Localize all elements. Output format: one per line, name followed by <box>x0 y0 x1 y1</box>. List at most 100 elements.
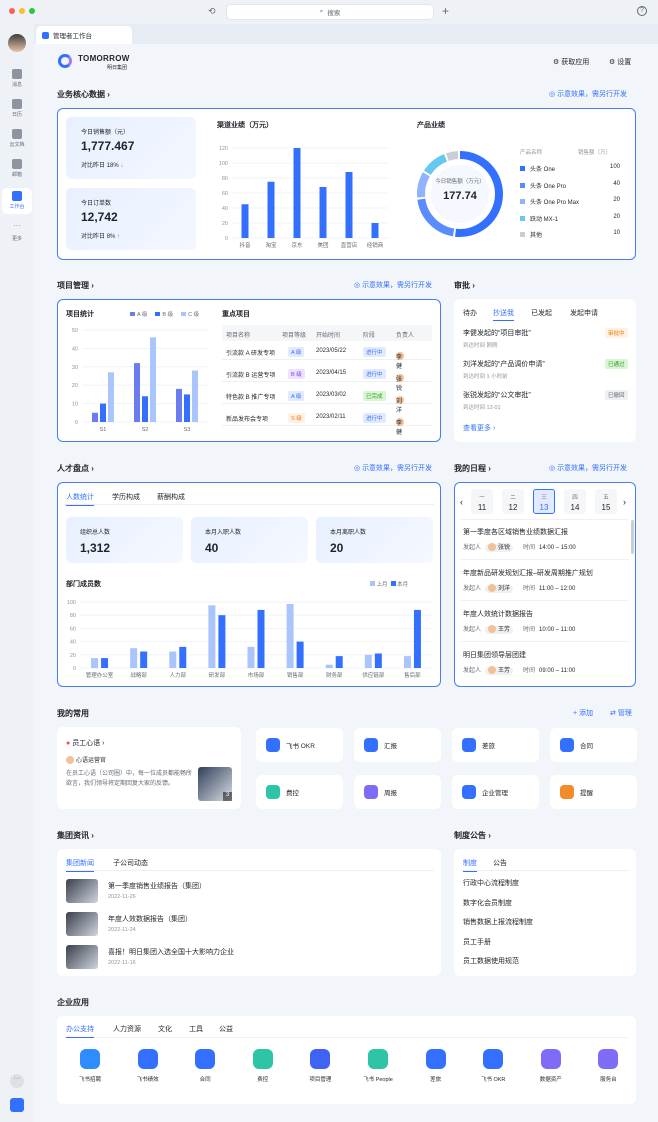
enterprise-app[interactable]: 费控 <box>241 1049 285 1083</box>
notice-tab-announcements[interactable]: 公告 <box>493 858 507 868</box>
table-row[interactable]: 新品发布会专项 S 级 2023/02/11 进行中 李健 <box>222 409 432 436</box>
search-input[interactable]: ⌕ 搜索 <box>226 4 434 20</box>
day-cell[interactable]: 三 13 <box>533 489 555 514</box>
notice-item[interactable]: 员工手册 <box>463 937 491 947</box>
bar <box>91 658 99 668</box>
event-title[interactable]: 明日集团领导层团建 <box>463 650 526 660</box>
minimize-window-button[interactable] <box>19 8 25 14</box>
enterprise-app[interactable]: 数据资产 <box>529 1049 573 1083</box>
prev-week-icon[interactable]: ‹ <box>460 497 463 507</box>
news-thumbnail[interactable] <box>66 879 98 903</box>
schedule-scrollbar[interactable] <box>631 520 634 554</box>
dashboard-app-icon[interactable] <box>10 1098 24 1112</box>
event-meta: 发起人 张锐 时间 14:00 – 15:00 <box>463 542 628 552</box>
divider <box>64 504 434 505</box>
app-tab[interactable]: 办公支持 <box>66 1024 94 1038</box>
approval-tab-apply[interactable]: 发起申请 <box>570 308 598 318</box>
event-title[interactable]: 年度人效统计数据报告 <box>463 609 533 619</box>
enterprise-app[interactable]: 飞书招聘 <box>68 1049 112 1083</box>
news-title[interactable]: 年度人效数据报告（集团） <box>108 914 192 924</box>
approval-tab-todo[interactable]: 待办 <box>463 308 477 318</box>
rail-item-workplace[interactable]: 工作台 <box>2 188 32 214</box>
app-icon <box>266 785 280 799</box>
rail-item-docs[interactable]: 云文档 <box>2 126 32 152</box>
common-app-5[interactable]: 周报 <box>354 775 441 809</box>
close-window-button[interactable] <box>9 8 15 14</box>
avatar[interactable] <box>8 34 26 52</box>
common-app-0[interactable]: 飞书 OKR <box>256 728 343 762</box>
common-app-7[interactable]: 提醒 <box>550 775 637 809</box>
maximize-window-button[interactable] <box>29 8 35 14</box>
tab-workplace[interactable]: 管理者工作台 <box>36 26 132 44</box>
table-row[interactable]: 引流款 A 研发专项 A 级 2023/05/22 进行中 李健 <box>222 343 432 370</box>
rail-item-more[interactable]: ··· 更多 <box>2 220 32 246</box>
more-apps-icon[interactable]: ··· <box>10 1074 24 1088</box>
day-cell[interactable]: 二 12 <box>502 489 524 514</box>
add-common-button[interactable]: + 添加 <box>573 708 593 718</box>
news-title[interactable]: 喜报！明日集团入选全国十大影响力企业 <box>108 947 234 957</box>
new-tab-icon[interactable]: + <box>442 4 449 18</box>
app-tab[interactable]: 文化 <box>158 1024 172 1034</box>
approval-tab-cc[interactable]: 抄送我 <box>493 308 514 321</box>
bar <box>325 664 333 668</box>
event-title[interactable]: 第一季度各区域销售业绩数据汇报 <box>463 527 568 537</box>
notice-item[interactable]: 行政中心流程制度 <box>463 878 519 888</box>
common-app-6[interactable]: 企业管理 <box>452 775 539 809</box>
news-thumbnail[interactable] <box>66 945 98 969</box>
event-owner-label: 发起人 <box>463 586 482 592</box>
notice-item[interactable]: 员工数据使用规范 <box>463 956 519 966</box>
enterprise-app[interactable]: 飞书 People <box>356 1049 400 1083</box>
schedule-section-title[interactable]: 我的日程 › <box>454 463 491 474</box>
enterprise-app[interactable]: 合同 <box>183 1049 227 1083</box>
settings-button[interactable]: ⚙ 设置 <box>609 57 631 67</box>
enterprise-app[interactable]: 飞书绩效 <box>126 1049 170 1083</box>
project-stage-badge: 已完成 <box>363 391 386 401</box>
approval-title[interactable]: 张锐发起的“公文审批” <box>463 390 531 400</box>
day-cell[interactable]: 一 11 <box>471 489 493 514</box>
approval-more-link[interactable]: 查看更多 › <box>463 423 495 433</box>
approval-section-title[interactable]: 审批 › <box>454 280 475 291</box>
enterprise-app[interactable]: 飞书 OKR <box>471 1049 515 1083</box>
app-tab[interactable]: 公益 <box>219 1024 233 1034</box>
enterprise-app[interactable]: 服务台 <box>586 1049 630 1083</box>
day-cell[interactable]: 四 14 <box>564 489 586 514</box>
app-tab[interactable]: 工具 <box>189 1024 203 1034</box>
news-tab-subsidiary[interactable]: 子公司动态 <box>113 858 148 868</box>
enterprise-app[interactable]: 项目管理 <box>298 1049 342 1083</box>
table-row[interactable]: 特色款 B 推广专项 A 级 2023/03/02 已完成 刘洋 <box>222 387 432 414</box>
employee-voice-title[interactable]: ● 员工心语 › <box>66 738 104 748</box>
event-title[interactable]: 年度新品研发规划汇报–研发周期推广规划 <box>463 568 593 578</box>
approval-title[interactable]: 李健发起的“项目审批” <box>463 328 531 338</box>
table-row[interactable]: 引流款 B 运营专项 B 级 2023/04/15 进行中 张锐 <box>222 365 432 392</box>
common-app-2[interactable]: 差旅 <box>452 728 539 762</box>
app-tab[interactable]: 人力资源 <box>113 1024 141 1034</box>
common-app-3[interactable]: 合同 <box>550 728 637 762</box>
news-title[interactable]: 第一季度销售业绩报告（集团） <box>108 881 206 891</box>
stat-compare: 8% <box>106 234 116 240</box>
news-thumbnail[interactable] <box>66 912 98 936</box>
bar <box>142 396 148 422</box>
rail-item-messages[interactable]: 消息 <box>2 66 32 92</box>
notice-section-title[interactable]: 制度公告 › <box>454 830 491 841</box>
manage-common-button[interactable]: ⇄ 管理 <box>610 708 632 718</box>
approval-title[interactable]: 刘洋发起的“产品调价申请” <box>463 359 545 369</box>
talent-tab-education[interactable]: 学历构成 <box>112 492 140 502</box>
history-icon[interactable]: ⟲ <box>208 6 216 17</box>
common-app-4[interactable]: 费控 <box>256 775 343 809</box>
next-week-icon[interactable]: › <box>623 497 626 507</box>
notice-item[interactable]: 销售数据上报流程制度 <box>463 917 533 927</box>
project-section-title[interactable]: 项目管理 › <box>57 280 94 291</box>
talent-section-title[interactable]: 人才盘点 › <box>57 463 94 474</box>
talent-tab-salary[interactable]: 薪酬构成 <box>157 492 185 502</box>
core-section-title[interactable]: 业务核心数据 › <box>57 89 110 100</box>
rail-item-mail[interactable]: 邮箱 <box>2 156 32 182</box>
help-icon[interactable]: ? <box>637 6 647 16</box>
common-app-1[interactable]: 汇报 <box>354 728 441 762</box>
get-app-button[interactable]: ⚙ 获取应用 <box>553 57 589 67</box>
approval-tab-initiated[interactable]: 已发起 <box>531 308 552 318</box>
rail-item-calendar[interactable]: 日历 <box>2 96 32 122</box>
news-section-title[interactable]: 集团资讯 › <box>57 830 94 841</box>
notice-item[interactable]: 数字化会员制度 <box>463 898 512 908</box>
day-cell[interactable]: 五 15 <box>595 489 617 514</box>
enterprise-app[interactable]: 差旅 <box>414 1049 458 1083</box>
